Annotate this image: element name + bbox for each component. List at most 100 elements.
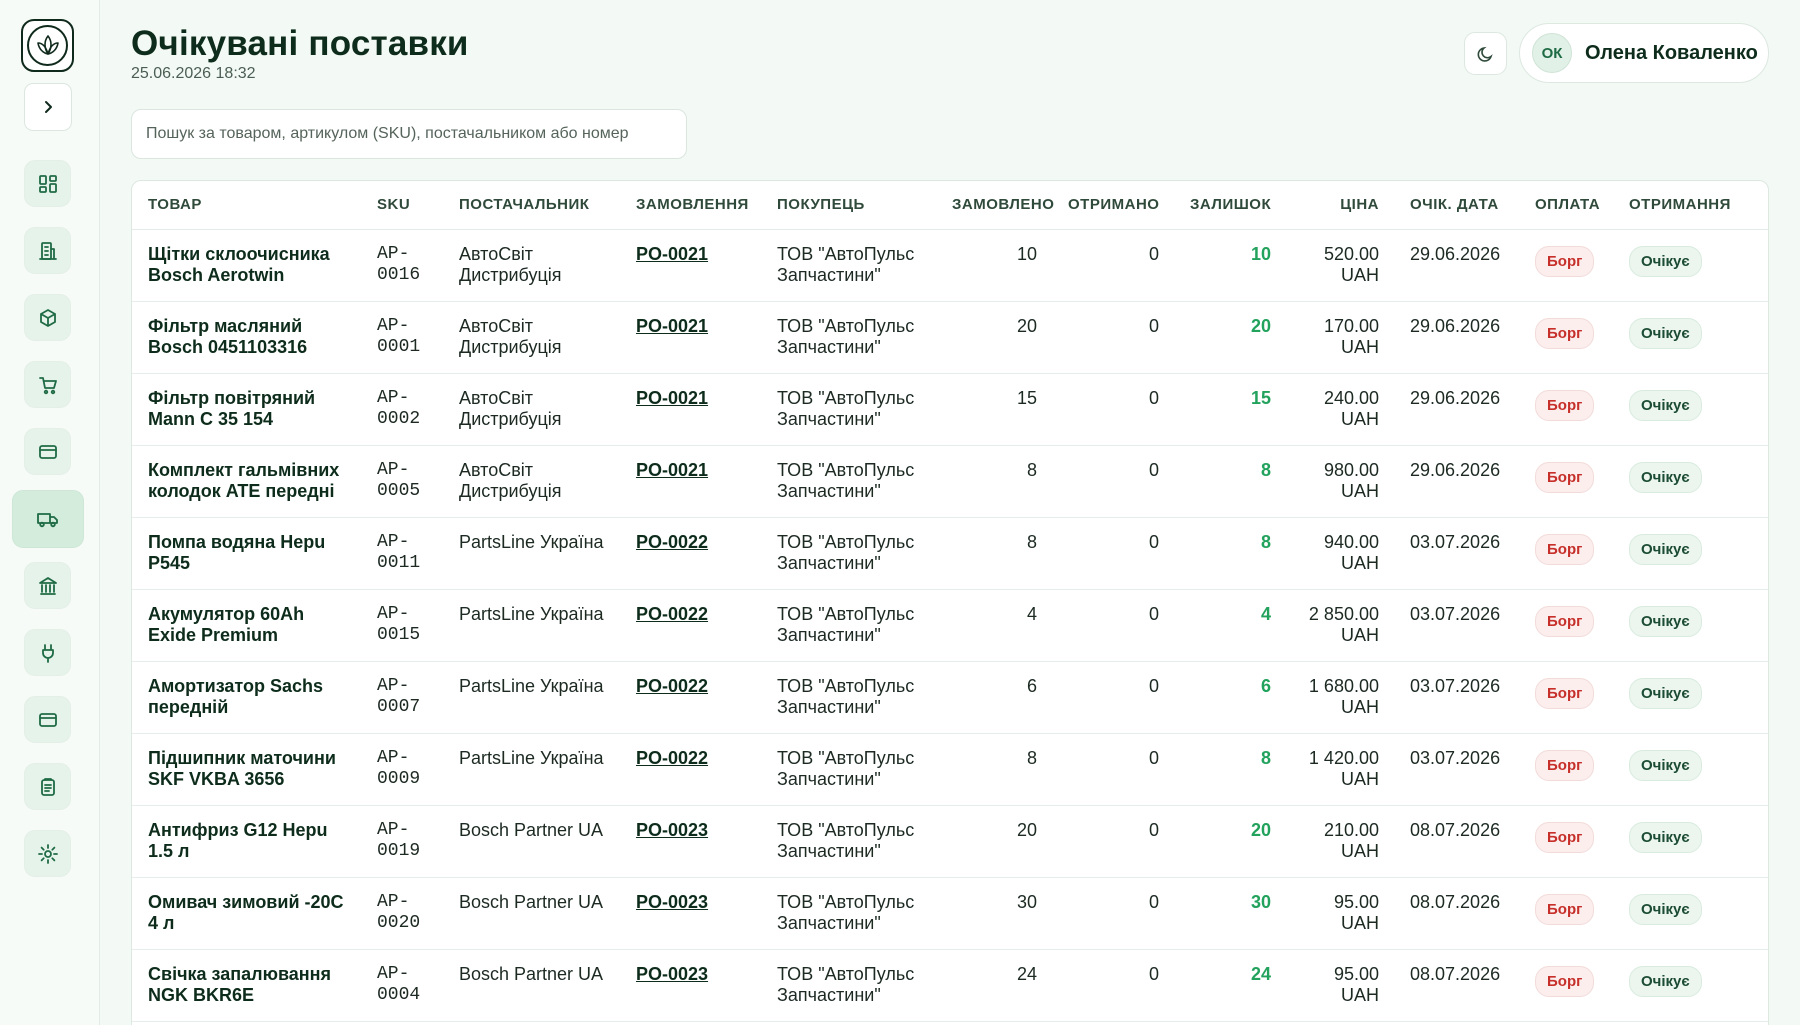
remaining-cell: 15 bbox=[1174, 373, 1286, 446]
order-link[interactable]: PO-0021 bbox=[636, 244, 708, 264]
search-input[interactable] bbox=[131, 109, 687, 159]
order-link[interactable]: PO-0021 bbox=[636, 460, 708, 480]
nav-settings[interactable] bbox=[24, 830, 71, 877]
status-cell: Очікує bbox=[1613, 877, 1768, 950]
order-link[interactable]: PO-0022 bbox=[636, 676, 708, 696]
column-header-order[interactable]: ЗАМОВЛЕННЯ bbox=[620, 181, 761, 230]
theme-toggle-button[interactable] bbox=[1464, 32, 1507, 75]
payment-badge: Борг bbox=[1535, 965, 1595, 997]
received-cell: 0 bbox=[1052, 517, 1174, 590]
table-row[interactable]: Щітки склоочисника Bosch Aerotwin AP-0016… bbox=[132, 229, 1768, 302]
sku-cell: AP-0011 bbox=[361, 517, 443, 590]
nav-buildings[interactable] bbox=[24, 227, 71, 274]
order-link[interactable]: PO-0023 bbox=[636, 964, 708, 984]
remaining-cell: 8 bbox=[1174, 733, 1286, 806]
table-row[interactable]: Підшипник маточини SKF VKBA 3656 AP-0009 P… bbox=[132, 733, 1768, 806]
expected-date-cell: 08.07.2026 bbox=[1394, 805, 1519, 878]
order-link[interactable]: PO-0021 bbox=[636, 388, 708, 408]
order-link[interactable]: PO-0023 bbox=[636, 892, 708, 912]
expected-date-cell: 03.07.2026 bbox=[1394, 733, 1519, 806]
nav-dashboard[interactable] bbox=[24, 160, 71, 207]
moon-icon bbox=[1477, 46, 1493, 62]
expected-date-cell: 29.06.2026 bbox=[1394, 445, 1519, 518]
status-badge: Очікує bbox=[1629, 677, 1702, 709]
nav-deliveries[interactable] bbox=[12, 490, 84, 548]
page-title: Очікувані поставки bbox=[131, 24, 469, 63]
payment-badge: Борг bbox=[1535, 749, 1595, 781]
nav-bank[interactable] bbox=[24, 562, 71, 609]
user-name: Олена Коваленко bbox=[1585, 41, 1758, 64]
ordered-cell: 30 bbox=[936, 877, 1052, 950]
card-icon bbox=[38, 444, 57, 459]
expected-date-cell: 03.07.2026 bbox=[1394, 517, 1519, 590]
nav-sales[interactable] bbox=[24, 361, 71, 408]
supplier-cell: АвтоСвіт Дистрибуція bbox=[443, 229, 620, 302]
table-row[interactable]: Антифриз G12 Hepu 1.5 л AP-0019 Bosch Part… bbox=[132, 805, 1768, 878]
column-header-buyer[interactable]: ПОКУПЕЦЬ bbox=[761, 181, 936, 230]
column-header-supplier[interactable]: ПОСТАЧАЛЬНИК bbox=[443, 181, 620, 230]
expected-date-cell: 29.06.2026 bbox=[1394, 229, 1519, 302]
table-row[interactable]: Амортизатор Sachs передній AP-0007 PartsLi… bbox=[132, 661, 1768, 734]
table-row[interactable]: Акумулятор 60Ah Exide Premium AP-0015 Part… bbox=[132, 589, 1768, 662]
received-cell: 0 bbox=[1052, 301, 1174, 374]
column-header-sku[interactable]: SKU bbox=[361, 181, 443, 230]
buyer-cell: ТОВ "АвтоПульс Запчастини" bbox=[761, 445, 936, 518]
product-cell: Щітки склоочисника Bosch Aerotwin bbox=[132, 229, 361, 302]
nav-integrations[interactable] bbox=[24, 629, 71, 676]
table-row[interactable]: Фільтр масляний Bosch 0451103316 AP-0001 А… bbox=[132, 301, 1768, 374]
column-header-product[interactable]: ТОВАР bbox=[132, 181, 361, 230]
expected-date-cell: 08.07.2026 bbox=[1394, 877, 1519, 950]
supplier-cell: PartsLine Україна bbox=[443, 517, 620, 590]
order-link[interactable]: PO-0022 bbox=[636, 532, 708, 552]
remaining-cell: 24 bbox=[1174, 949, 1286, 1022]
column-header-receiving[interactable]: ОТРИМАННЯ bbox=[1613, 181, 1768, 230]
table-row[interactable]: Фільтр повітряний Mann C 35 154 AP-0002 Ав… bbox=[132, 373, 1768, 446]
order-link[interactable]: PO-0021 bbox=[636, 316, 708, 336]
price-cell: 520.00 UAH bbox=[1286, 229, 1394, 302]
column-header-remaining[interactable]: ЗАЛИШОК bbox=[1174, 181, 1286, 230]
ordered-cell: 8 bbox=[936, 733, 1052, 806]
payment-badge: Борг bbox=[1535, 893, 1595, 925]
status-badge: Очікує bbox=[1629, 317, 1702, 349]
order-cell: PO-0021 bbox=[620, 445, 761, 518]
logo-icon[interactable] bbox=[21, 19, 74, 72]
received-cell: 0 bbox=[1052, 445, 1174, 518]
expected-date-cell: 08.07.2026 bbox=[1394, 949, 1519, 1022]
order-cell: PO-0023 bbox=[620, 949, 761, 1022]
expected-date-cell: 03.07.2026 bbox=[1394, 589, 1519, 662]
order-cell: PO-0023 bbox=[620, 877, 761, 950]
sku-cell: AP-0015 bbox=[361, 589, 443, 662]
nav-cards[interactable] bbox=[24, 696, 71, 743]
chevron-right-icon bbox=[45, 101, 52, 113]
nav-tasks[interactable] bbox=[24, 763, 71, 810]
nav-products[interactable] bbox=[24, 294, 71, 341]
payment-badge: Борг bbox=[1535, 389, 1595, 421]
column-header-price[interactable]: ЦІНА bbox=[1286, 181, 1394, 230]
ordered-cell: 15 bbox=[936, 373, 1052, 446]
table-row[interactable]: Свічка запалювання NGK BKR6E AP-0004 Bosch… bbox=[132, 949, 1768, 1022]
table-row[interactable]: Омивач зимовий -20C 4 л AP-0020 Bosch Part… bbox=[132, 877, 1768, 950]
column-header-expected-date[interactable]: ОЧІК. ДАТА bbox=[1394, 181, 1519, 230]
column-header-received[interactable]: ОТРИМАНО bbox=[1052, 181, 1174, 230]
received-cell: 0 bbox=[1052, 805, 1174, 878]
order-link[interactable]: PO-0022 bbox=[636, 748, 708, 768]
payment-cell: Борг bbox=[1519, 517, 1613, 590]
price-cell: 240.00 UAH bbox=[1286, 373, 1394, 446]
nav-payments[interactable] bbox=[24, 428, 71, 475]
sku-cell: AP-0020 bbox=[361, 877, 443, 950]
status-badge: Очікує bbox=[1629, 389, 1702, 421]
table-row[interactable]: Комплект гальмівних колодок ATE передні A… bbox=[132, 445, 1768, 518]
order-link[interactable]: PO-0022 bbox=[636, 604, 708, 624]
received-cell: 0 bbox=[1052, 373, 1174, 446]
order-link[interactable]: PO-0023 bbox=[636, 820, 708, 840]
received-cell: 0 bbox=[1052, 589, 1174, 662]
avatar: ОК bbox=[1532, 33, 1572, 73]
cart-icon bbox=[38, 376, 57, 394]
column-header-ordered[interactable]: ЗАМОВЛЕНО bbox=[936, 181, 1054, 230]
user-menu[interactable]: ОК Олена Коваленко bbox=[1519, 23, 1769, 83]
payment-cell: Борг bbox=[1519, 589, 1613, 662]
table-row[interactable]: Помпа водяна Hepu P545 AP-0011 PartsLine У… bbox=[132, 517, 1768, 590]
column-header-payment[interactable]: ОПЛАТА bbox=[1519, 181, 1613, 230]
sidebar-toggle-button[interactable] bbox=[24, 83, 72, 131]
payment-badge: Борг bbox=[1535, 317, 1595, 349]
